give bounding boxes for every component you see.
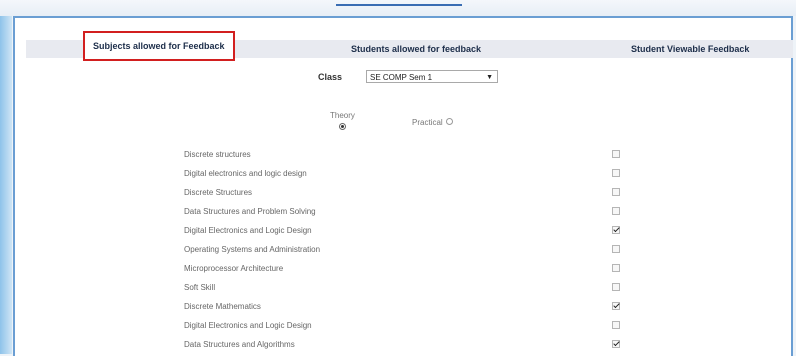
- list-item: Operating Systems and Administration: [0, 245, 796, 259]
- class-select[interactable]: SE COMP Sem 1 ▼: [366, 70, 498, 83]
- tab-student-viewable-feedback[interactable]: Student Viewable Feedback: [631, 40, 749, 58]
- list-item: Discrete Mathematics: [0, 302, 796, 316]
- subject-checkbox[interactable]: [612, 283, 620, 291]
- list-item: Soft Skill: [0, 283, 796, 297]
- subject-checkbox[interactable]: [612, 321, 620, 329]
- list-item: Digital Electronics and Logic Design: [0, 226, 796, 240]
- list-item: Digital electronics and logic design: [0, 169, 796, 183]
- tab-students-allowed[interactable]: Students allowed for feedback: [351, 40, 481, 58]
- theory-label: Theory: [330, 111, 355, 120]
- list-item: Discrete structures: [0, 150, 796, 164]
- class-label: Class: [318, 72, 343, 82]
- subject-checkbox[interactable]: [612, 340, 620, 348]
- subject-checkbox[interactable]: [612, 264, 620, 272]
- subject-checkbox[interactable]: [612, 150, 620, 158]
- list-item: Digital Electronics and Logic Design: [0, 321, 796, 335]
- tab-bar: Subjects allowed for Feedback Students a…: [26, 31, 793, 61]
- subject-name: Discrete structures: [184, 150, 251, 159]
- subject-checkbox[interactable]: [612, 226, 620, 234]
- subject-name: Discrete Structures: [184, 188, 253, 197]
- theory-radio[interactable]: [339, 123, 346, 130]
- subject-name: Discrete Mathematics: [184, 302, 261, 311]
- list-item: Discrete Structures: [0, 188, 796, 202]
- subject-name: Digital electronics and logic design: [184, 169, 307, 178]
- dropdown-arrow-icon: ▼: [486, 74, 493, 81]
- top-accent-line: [336, 4, 462, 6]
- class-select-value: SE COMP Sem 1: [370, 73, 433, 82]
- subject-checkbox[interactable]: [612, 188, 620, 196]
- subject-name: Operating Systems and Administration: [184, 245, 321, 254]
- subject-checkbox[interactable]: [612, 169, 620, 177]
- subject-checkbox[interactable]: [612, 245, 620, 253]
- tab-subjects-allowed[interactable]: Subjects allowed for Feedback: [83, 31, 235, 61]
- list-item: Data Structures and Algorithms: [0, 340, 796, 354]
- practical-label: Practical: [412, 118, 443, 127]
- practical-radio[interactable]: [446, 118, 453, 125]
- top-shade: [0, 0, 796, 16]
- list-item: Microprocessor Architecture: [0, 264, 796, 278]
- subject-name: Data Structures and Algorithms: [184, 340, 295, 349]
- subject-name: Digital Electronics and Logic Design: [184, 321, 312, 330]
- subject-name: Digital Electronics and Logic Design: [184, 226, 312, 235]
- subject-checkbox[interactable]: [612, 207, 620, 215]
- list-item: Data Structures and Problem Solving: [0, 207, 796, 221]
- subject-name: Soft Skill: [184, 283, 216, 292]
- subject-name: Microprocessor Architecture: [184, 264, 284, 273]
- subject-checkbox[interactable]: [612, 302, 620, 310]
- subject-name: Data Structures and Problem Solving: [184, 207, 316, 216]
